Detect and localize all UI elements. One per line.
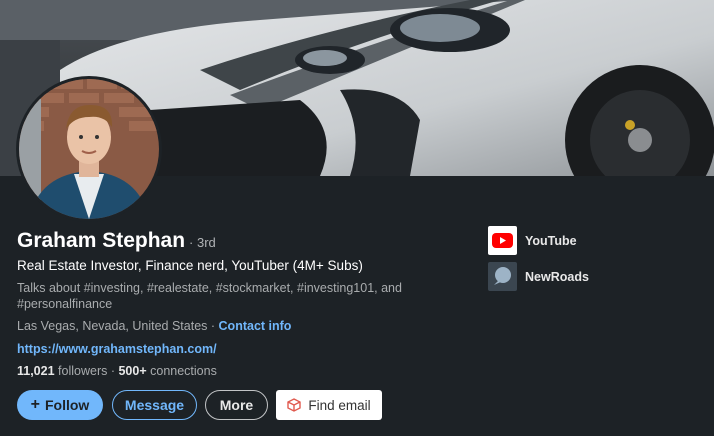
- profile-hashtags: Talks about #investing, #realestate, #st…: [17, 281, 402, 311]
- find-email-label: Find email: [308, 397, 371, 413]
- message-label: Message: [124, 397, 185, 413]
- cube-icon: [287, 398, 302, 412]
- more-button[interactable]: More: [205, 390, 268, 420]
- experience-youtube[interactable]: YouTube: [488, 226, 577, 255]
- more-label: More: [219, 397, 254, 413]
- connections-count[interactable]: 500+: [118, 364, 146, 378]
- youtube-label: YouTube: [525, 233, 577, 248]
- follow-label: Follow: [45, 397, 90, 413]
- profile-name: Graham Stephan: [17, 229, 186, 252]
- profile-avatar[interactable]: [16, 76, 162, 222]
- website-link[interactable]: https://www.grahamstephan.com/: [17, 342, 217, 356]
- profile-photo: [19, 79, 159, 219]
- contact-info-link[interactable]: Contact info: [219, 319, 292, 333]
- name-row: Graham Stephan · 3rd: [17, 229, 216, 253]
- followers-count: 11,021: [17, 364, 55, 378]
- profile-stats: 11,021 followers · 500+ connections: [17, 364, 217, 378]
- message-button[interactable]: Message: [112, 390, 197, 420]
- profile-location-row: Las Vegas, Nevada, United States · Conta…: [17, 319, 291, 333]
- connections-label[interactable]: connections: [150, 364, 217, 378]
- newroads-logo-icon: [488, 262, 517, 291]
- follow-button[interactable]: + Follow: [17, 390, 103, 420]
- followers-label: followers ·: [58, 364, 115, 378]
- education-newroads[interactable]: NewRoads: [488, 262, 589, 291]
- connection-degree: · 3rd: [189, 235, 216, 250]
- plus-icon: +: [30, 396, 40, 413]
- find-email-button[interactable]: Find email: [276, 390, 382, 420]
- profile-location: Las Vegas, Nevada, United States ·: [17, 319, 216, 333]
- newroads-label: NewRoads: [525, 269, 589, 284]
- youtube-logo-icon: [488, 226, 517, 255]
- profile-headline: Real Estate Investor, Finance nerd, YouT…: [17, 258, 363, 273]
